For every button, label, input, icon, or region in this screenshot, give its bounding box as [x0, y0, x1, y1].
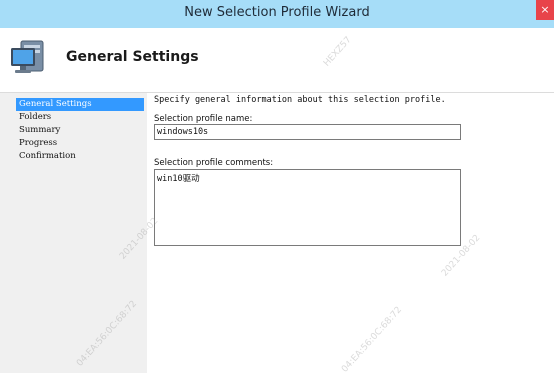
profile-comments-textarea[interactable]: win10驱动 [154, 169, 461, 246]
title-bar: New Selection Profile Wizard × [0, 0, 554, 28]
close-button[interactable]: × [536, 0, 554, 20]
computer-icon [11, 40, 44, 73]
nav-item-folders[interactable]: Folders [16, 111, 144, 124]
nav-item-summary[interactable]: Summary [16, 124, 144, 137]
content-panel: Specify general information about this s… [147, 93, 554, 373]
nav-item-confirmation[interactable]: Confirmation [16, 150, 144, 163]
wizard-header: General Settings [0, 28, 554, 93]
profile-name-label: Selection profile name: [154, 114, 253, 124]
intro-text: Specify general information about this s… [154, 95, 446, 105]
nav-item-general-settings[interactable]: General Settings [16, 98, 144, 111]
profile-name-input[interactable]: windows10s [154, 124, 461, 140]
wizard-body: General Settings Folders Summary Progres… [0, 93, 554, 373]
window-title: New Selection Profile Wizard [184, 5, 370, 20]
profile-comments-label: Selection profile comments: [154, 158, 274, 168]
nav-item-progress[interactable]: Progress [16, 137, 144, 150]
page-heading: General Settings [66, 49, 199, 65]
wizard-steps-nav: General Settings Folders Summary Progres… [16, 98, 144, 163]
